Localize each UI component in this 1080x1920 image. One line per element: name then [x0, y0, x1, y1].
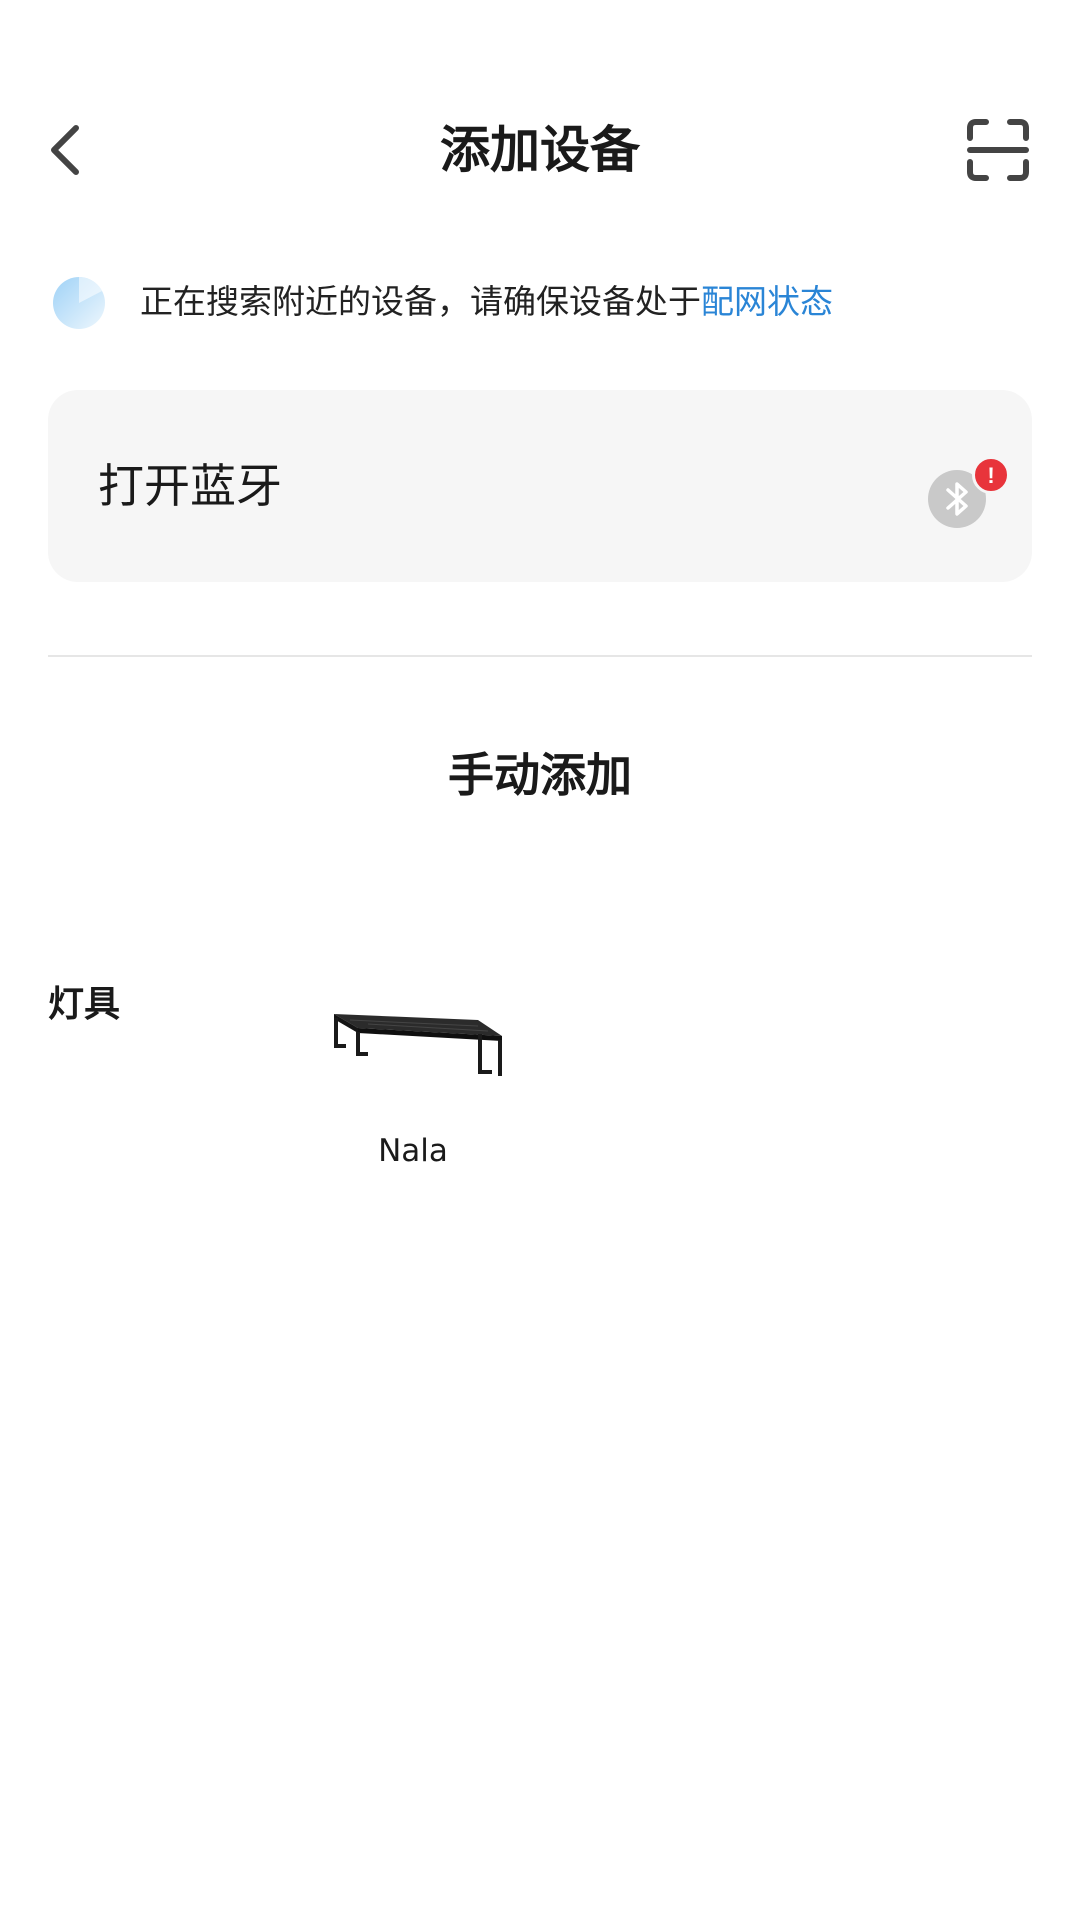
- search-status-text: 正在搜索附近的设备，请确保设备处于配网状态: [140, 272, 833, 332]
- divider: [48, 655, 1032, 657]
- category-label-lighting: 灯具: [48, 984, 121, 1025]
- alert-badge-icon: !: [972, 456, 1010, 494]
- searching-spinner-icon: [53, 277, 105, 329]
- header: 添加设备: [0, 100, 1080, 200]
- aquarium-light-bar-image: [334, 1014, 502, 1076]
- device-name: Nala: [378, 1133, 448, 1169]
- page-title: 添加设备: [440, 121, 640, 179]
- manual-add-title: 手动添加: [448, 748, 632, 802]
- pairing-mode-link[interactable]: 配网状态: [701, 282, 833, 321]
- scan-icon: [967, 119, 1029, 181]
- open-bluetooth-label: 打开蓝牙: [98, 459, 282, 513]
- scan-button[interactable]: [966, 118, 1030, 182]
- bluetooth-status: !: [918, 442, 1018, 542]
- add-device-screen: 添加设备 正在搜索附近的设备，请确保设备处于配网状态 打开蓝牙 ! 手动添加 灯…: [0, 0, 1080, 1920]
- svg-text:!: !: [987, 463, 994, 488]
- search-status-message: 正在搜索附近的设备，请确保设备处于: [140, 282, 701, 321]
- search-status: 正在搜索附近的设备，请确保设备处于配网状态: [48, 272, 1048, 332]
- open-bluetooth-card[interactable]: 打开蓝牙 !: [48, 390, 1032, 582]
